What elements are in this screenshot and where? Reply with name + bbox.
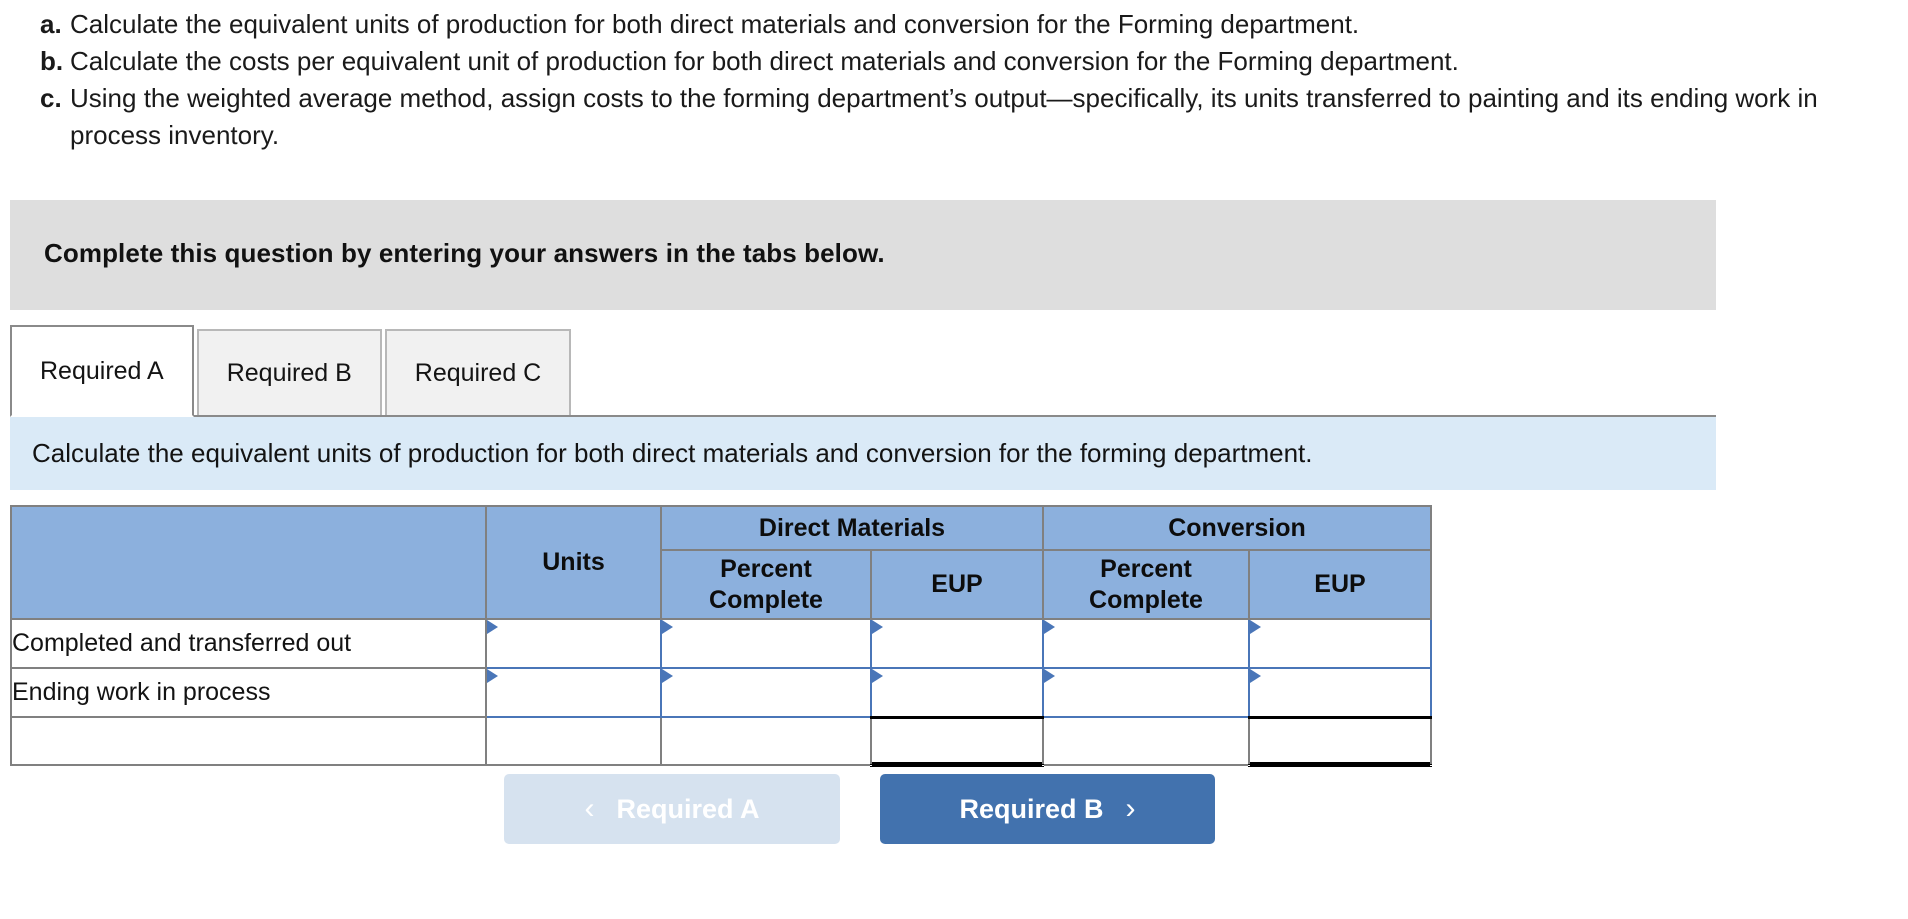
- chevron-left-icon: ‹: [584, 792, 595, 825]
- question-item-b: b. Calculate the costs per equivalent un…: [0, 43, 1908, 80]
- total-cell-dm-percent: [660, 716, 872, 766]
- double-underline-rule: [1250, 761, 1430, 766]
- header-dm-percent-complete: Percent Complete: [660, 549, 872, 620]
- total-cell-cv-percent: [1042, 716, 1250, 766]
- next-required-b-label: Required B: [959, 793, 1104, 824]
- prev-required-a-label: Required A: [616, 793, 760, 824]
- question-text-a: Calculate the equivalent units of produc…: [70, 9, 1360, 39]
- footer-navigation: ‹ Required A Required B ›: [0, 774, 1908, 844]
- tab-required-c[interactable]: Required C: [384, 329, 572, 417]
- header-conversion: Conversion: [1042, 505, 1432, 551]
- instruction-banner: Complete this question by entering your …: [10, 200, 1716, 310]
- input-cell-completed-dm-eup[interactable]: [870, 618, 1044, 669]
- input-cell-ewip-dm-eup[interactable]: [870, 667, 1044, 718]
- double-underline-rule: [872, 761, 1042, 766]
- input-completed-cv-percent[interactable]: [1044, 620, 1248, 667]
- tab-required-b[interactable]: Required B: [196, 329, 382, 417]
- header-cv-eup: EUP: [1248, 549, 1432, 620]
- total-cell-cv-eup: [1248, 715, 1432, 767]
- table-row: Ending work in process: [10, 667, 1432, 718]
- table-body: Completed and transferred out Ending wor…: [10, 618, 1432, 767]
- row-label-ending-work-in-process: Ending work in process: [10, 667, 487, 718]
- tab-required-c-label: Required C: [414, 358, 542, 387]
- table-row: Completed and transferred out: [10, 618, 1432, 669]
- tab-strip-underline: [10, 415, 1716, 417]
- input-ewip-cv-eup[interactable]: [1250, 669, 1430, 716]
- input-ewip-units[interactable]: [487, 669, 660, 716]
- row-label-total: [10, 716, 487, 766]
- table-header-row-groups: Units Direct Materials Conversion: [10, 505, 1432, 620]
- input-completed-cv-eup[interactable]: [1250, 620, 1430, 667]
- prev-required-a-button[interactable]: ‹ Required A: [504, 774, 840, 844]
- question-letter-b: b.: [40, 46, 64, 76]
- tab-required-b-label: Required B: [226, 358, 352, 387]
- tab-required-a-label: Required A: [40, 356, 164, 385]
- equivalent-units-table: Units Direct Materials Conversion Percen…: [10, 505, 1432, 767]
- input-ewip-dm-eup[interactable]: [872, 669, 1042, 716]
- next-required-b-button[interactable]: Required B ›: [880, 774, 1215, 844]
- input-completed-dm-eup[interactable]: [872, 620, 1042, 667]
- header-dm-eup: EUP: [870, 549, 1044, 620]
- question-text-c: Using the weighted average method, assig…: [70, 83, 1818, 150]
- tab-strip: Required A Required B Required C: [10, 325, 1716, 417]
- chevron-right-icon: ›: [1125, 792, 1136, 825]
- question-letter-c: c.: [40, 83, 62, 113]
- row-label-completed-transferred-out: Completed and transferred out: [10, 618, 487, 669]
- total-cell-units: [485, 716, 662, 766]
- input-ewip-cv-percent[interactable]: [1044, 669, 1248, 716]
- input-cell-completed-dm-percent[interactable]: [660, 618, 872, 669]
- table-row-total: [10, 715, 1432, 767]
- tab-required-a[interactable]: Required A: [10, 325, 194, 417]
- instruction-banner-text: Complete this question by entering your …: [44, 238, 885, 268]
- header-units: Units: [485, 505, 662, 620]
- header-direct-materials: Direct Materials: [660, 505, 1044, 551]
- input-cell-completed-cv-eup[interactable]: [1248, 618, 1432, 669]
- input-completed-dm-percent[interactable]: [662, 620, 870, 667]
- total-cell-dm-eup: [870, 715, 1044, 767]
- question-list: a. Calculate the equivalent units of pro…: [0, 0, 1908, 154]
- header-cv-percent-complete: Percent Complete: [1042, 549, 1250, 620]
- question-item-a: a. Calculate the equivalent units of pro…: [0, 6, 1908, 43]
- table-head: Units Direct Materials Conversion Percen…: [10, 505, 1432, 620]
- question-text-b: Calculate the costs per equivalent unit …: [70, 46, 1459, 76]
- input-cell-ewip-cv-percent[interactable]: [1042, 667, 1250, 718]
- input-cell-ewip-dm-percent[interactable]: [660, 667, 872, 718]
- input-cell-completed-units[interactable]: [485, 618, 662, 669]
- input-cell-ewip-cv-eup[interactable]: [1248, 667, 1432, 718]
- question-letter-a: a.: [40, 9, 62, 39]
- input-cell-ewip-units[interactable]: [485, 667, 662, 718]
- requirement-strip-text: Calculate the equivalent units of produc…: [32, 438, 1313, 468]
- question-item-c: c. Using the weighted average method, as…: [0, 80, 1908, 154]
- requirement-strip: Calculate the equivalent units of produc…: [10, 417, 1716, 490]
- input-cell-completed-cv-percent[interactable]: [1042, 618, 1250, 669]
- header-blank: [10, 505, 487, 620]
- input-ewip-dm-percent[interactable]: [662, 669, 870, 716]
- input-completed-units[interactable]: [487, 620, 660, 667]
